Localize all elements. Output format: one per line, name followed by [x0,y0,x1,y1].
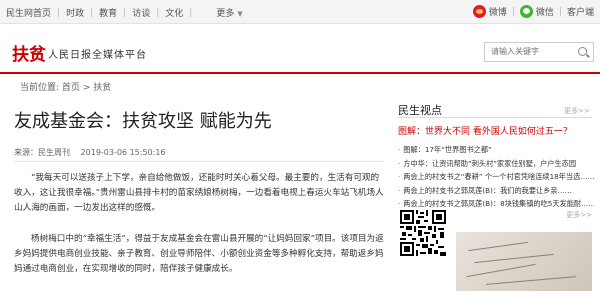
header-divider [0,72,600,74]
nav-divider: | [156,7,160,18]
sidebar-divider [398,117,592,118]
sidebar-title: 民生视点 [398,104,442,117]
site-logo-title[interactable]: 扶贫 [12,40,46,65]
nav-divider: | [189,7,193,18]
weibo-link[interactable]: 微博 [489,5,507,18]
top-nav: 民生网首页 | 时政 | 教育 | 访谈 | 文化 | 更多 ▼ [6,6,243,20]
photo-detail [474,253,554,264]
photo-more-link[interactable]: 更多>> [566,210,592,220]
nav-link-culture[interactable]: 文化 [165,6,183,19]
sidebar-headline-link[interactable]: 图解：世界大不同 看外国人民如何过五一？ [398,124,572,137]
nav-link-interview[interactable]: 访谈 [132,6,150,19]
article-paragraph: 杨树梅口中的“幸福生活”，得益于友成基金会在雷山县开展的“让妈妈回家”项目。该项… [14,234,384,274]
nav-link-politics[interactable]: 时政 [66,6,84,19]
article-title: 友成基金会：扶贫攻坚 赋能为先 [14,111,272,132]
photo-section-header: 更多>> [456,210,596,226]
site-logo-subtitle: 人民日报全媒体平台 [48,50,147,61]
nav-more-dropdown[interactable]: 更多 ▼ [216,6,242,19]
nav-divider: | [57,7,61,18]
search-icon[interactable] [578,47,587,56]
top-right-links: 微博 | 微信 | 客户端 [472,5,594,18]
handwriting-photo[interactable] [456,232,592,291]
photo-detail [468,241,528,252]
qr-code-icon [400,210,446,256]
photo-detail [486,276,576,285]
nav-link-home[interactable]: 民生网首页 [6,6,51,19]
article-paragraph: “我每天可以送孩子上下学，亲自给他做饭，还能时时关心着父母。最主要的，生活有可观… [14,173,384,213]
article-meta-divider [14,161,384,162]
weibo-icon[interactable] [472,5,486,18]
top-bar: 民生网首页 | 时政 | 教育 | 访谈 | 文化 | 更多 ▼ 微博 | 微信 … [0,0,600,24]
breadcrumb-home[interactable]: 首页 [62,83,80,93]
breadcrumb: 当前位置: 首页 > 扶贫 [20,80,111,93]
article-source: 来源：民生周刊 [14,148,70,157]
breadcrumb-section[interactable]: 扶贫 [93,83,111,93]
sidebar-news-item[interactable]: 图解：17年“世界图书之都” [398,143,594,157]
article-meta: 来源：民生周刊 2019-03-06 15:50:16 [14,147,166,158]
search-input[interactable] [491,47,579,56]
article-date: 2019-03-06 15:50:16 [80,148,166,157]
wechat-icon[interactable] [519,5,533,18]
sidebar-news-item[interactable]: 两会上的村支书之“春耕” 个一个村官凭啥连续18年当选…… [398,170,594,184]
nav-divider: | [123,7,127,18]
photo-detail [466,263,536,278]
sidebar-news-item[interactable]: 方中华：让资讯帮助“刺头村”家家住别墅，户户生态园 [398,157,594,171]
top-right-divider: | [558,6,562,17]
client-link[interactable]: 客户端 [567,5,594,18]
search-box[interactable] [484,42,594,62]
sidebar-news-item[interactable]: 两会上的村支书之郭凤莲(B)：我们的我要让乡亲…… [398,184,594,198]
sidebar-news-item[interactable]: 两会上的村支书之郭凤莲(B)：8块钱集镇的吃5天发能耐…… [398,197,594,211]
sidebar-more-link[interactable]: 更多>> [564,106,590,116]
sidebar-news-list: 图解：17年“世界图书之都” 方中华：让资讯帮助“刺头村”家家住别墅，户户生态园… [398,143,594,211]
top-right-divider: | [511,6,515,17]
nav-link-education[interactable]: 教育 [99,6,117,19]
nav-divider: | [90,7,94,18]
breadcrumb-separator: > [82,83,91,93]
wechat-link[interactable]: 微信 [536,5,554,18]
nav-more-label: 更多 [216,9,235,19]
chevron-down-icon: ▼ [237,10,243,18]
breadcrumb-prefix: 当前位置: [20,83,60,93]
